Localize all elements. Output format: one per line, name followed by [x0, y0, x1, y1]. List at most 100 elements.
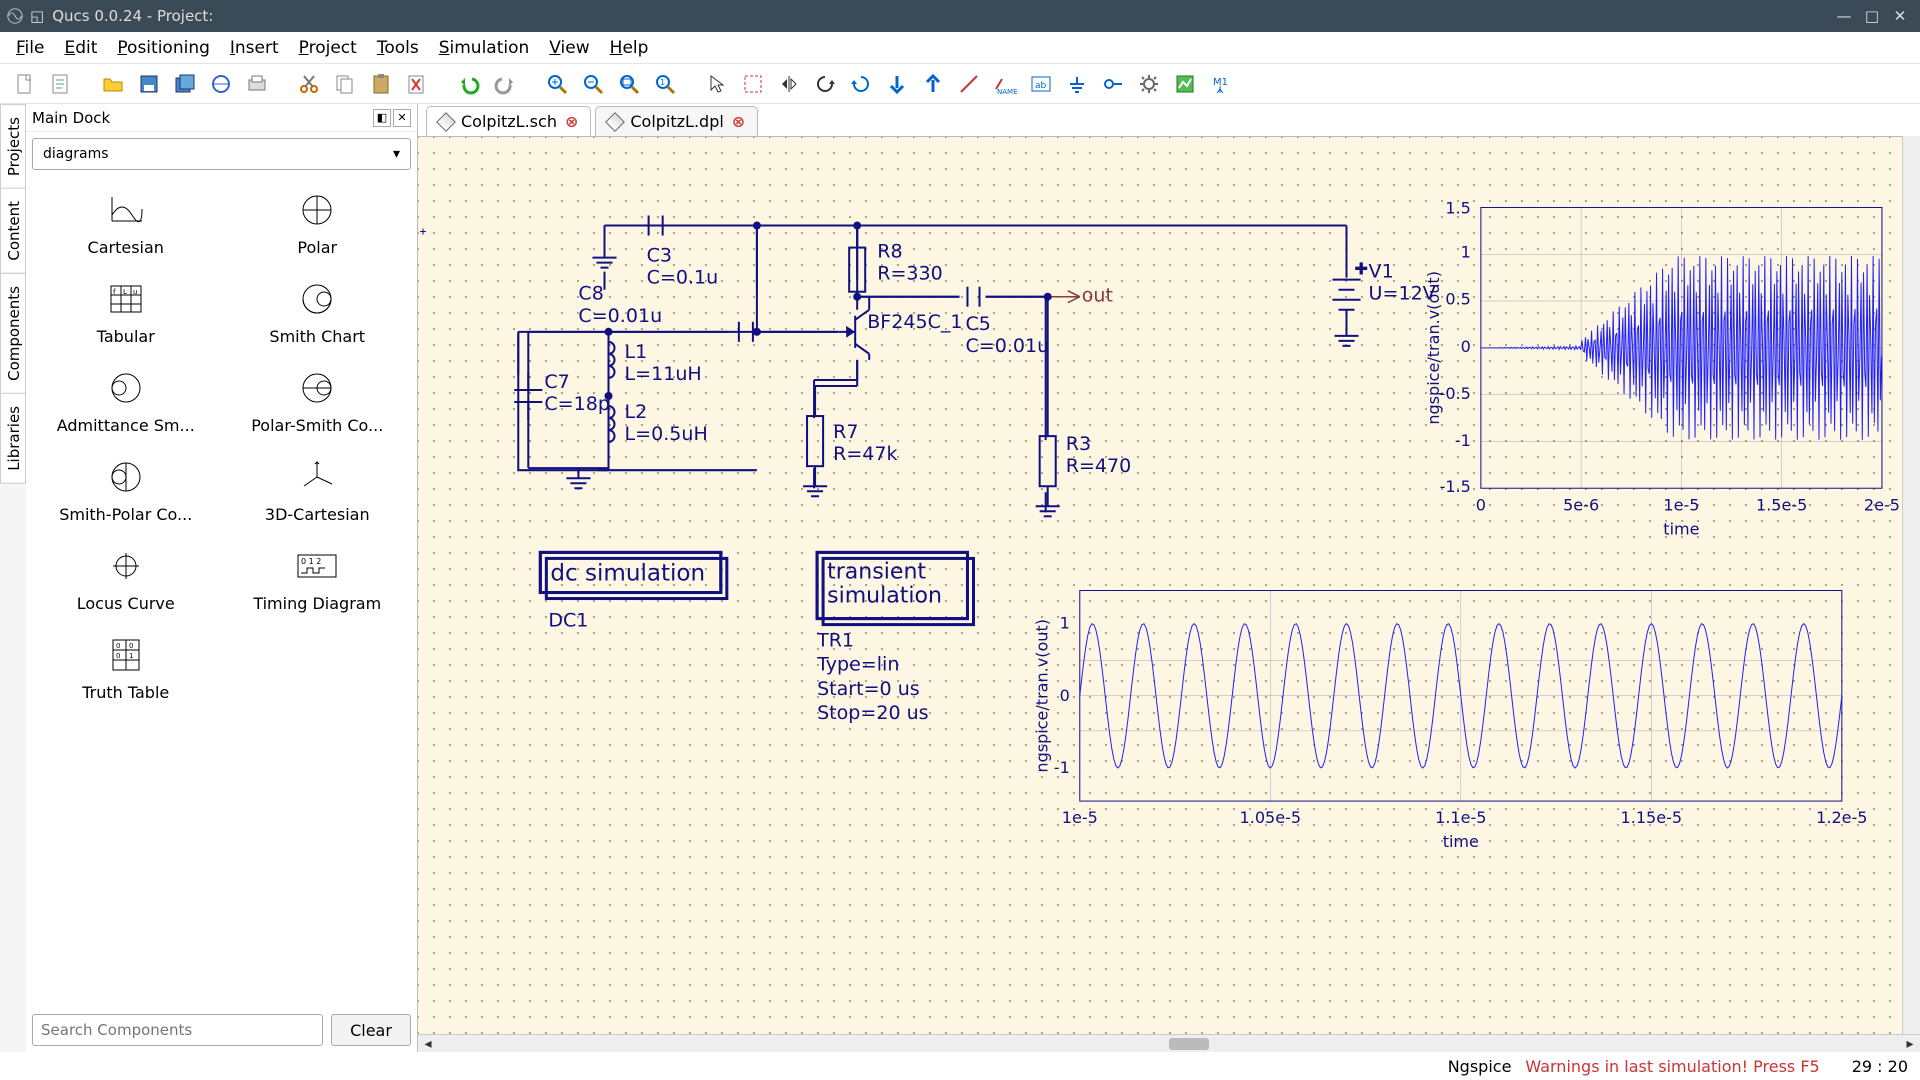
dock-tab-projects[interactable]: Projects	[0, 104, 26, 189]
save-all-button[interactable]	[168, 67, 202, 101]
horizontal-scrollbar[interactable]: ◂ ▸	[418, 1034, 1920, 1052]
toolbar: 1 NAMEab M1	[0, 64, 1920, 104]
menu-positioning[interactable]: Positioning	[107, 34, 220, 62]
zoom-in-button[interactable]	[540, 67, 574, 101]
status-warning: Warnings in last simulation! Press F5	[1525, 1057, 1819, 1076]
port-button[interactable]	[1096, 67, 1130, 101]
diagram-item-axes3d[interactable]: 3D-Cartesian	[222, 457, 414, 524]
menu-project[interactable]: Project	[289, 34, 367, 62]
diagram-item-polar-smith[interactable]: Polar-Smith Co...	[222, 368, 414, 435]
tab-close-icon[interactable]: ⊗	[732, 112, 745, 131]
redo-button[interactable]	[488, 67, 522, 101]
diagram-item-smith-polar[interactable]: Smith-Polar Co...	[30, 457, 222, 524]
menu-tools[interactable]: Tools	[367, 34, 429, 62]
diagram-item-smith[interactable]: Smith Chart	[222, 279, 414, 346]
menu-edit[interactable]: Edit	[54, 34, 107, 62]
select-rect-button[interactable]	[736, 67, 770, 101]
search-components-input[interactable]	[32, 1014, 323, 1046]
gear-button[interactable]	[1132, 67, 1166, 101]
new-text-button[interactable]	[44, 67, 78, 101]
svg-text:R8: R8	[877, 241, 902, 263]
diagram-item-locus[interactable]: Locus Curve	[30, 546, 222, 613]
smith-icon	[297, 279, 337, 319]
component-category-select[interactable]: diagrams ▾	[32, 138, 411, 170]
svg-text:L=11uH: L=11uH	[625, 363, 702, 385]
dock-tab-components[interactable]: Components	[0, 273, 26, 394]
menu-simulation[interactable]: Simulation	[429, 34, 540, 62]
diagram-item-timing[interactable]: 0 1 2Timing Diagram	[222, 546, 414, 613]
menu-view[interactable]: View	[539, 34, 599, 62]
open-button[interactable]	[96, 67, 130, 101]
text-box-button[interactable]: ab	[1024, 67, 1058, 101]
menu-help[interactable]: Help	[600, 34, 659, 62]
print-button[interactable]	[204, 67, 238, 101]
rotate-button[interactable]	[808, 67, 842, 101]
undo-button[interactable]	[452, 67, 486, 101]
dock-vtabs: ProjectsContentComponentsLibraries	[0, 104, 26, 1052]
move-up-button[interactable]	[916, 67, 950, 101]
move-down-button[interactable]	[880, 67, 914, 101]
svg-text:1.5: 1.5	[1445, 198, 1471, 217]
rotate-ccw-button[interactable]	[844, 67, 878, 101]
svg-text:0: 0	[129, 642, 133, 650]
status-cursor-position: 29 : 20	[1852, 1057, 1908, 1076]
dock-close-icon[interactable]: ✕	[393, 109, 411, 127]
dock-tab-content[interactable]: Content	[0, 188, 26, 274]
dock-tab-libraries[interactable]: Libraries	[0, 393, 26, 484]
scroll-thumb[interactable]	[1169, 1038, 1209, 1050]
wire-button[interactable]	[952, 67, 986, 101]
svg-text:R=47k: R=47k	[833, 443, 897, 465]
scroll-left-icon[interactable]: ◂	[420, 1036, 436, 1052]
diagram-item-polar[interactable]: Polar	[222, 190, 414, 257]
delete-button[interactable]	[400, 67, 434, 101]
menu-insert[interactable]: Insert	[220, 34, 289, 62]
axes3d-icon	[297, 457, 337, 497]
diagram-item-admittance-smith[interactable]: Admittance Sm...	[30, 368, 222, 435]
maximize-icon[interactable]: □	[1858, 4, 1886, 28]
clear-search-button[interactable]: Clear	[331, 1014, 411, 1046]
chart-button[interactable]	[1168, 67, 1202, 101]
svg-text:R=470: R=470	[1066, 455, 1132, 477]
svg-text:0: 0	[116, 652, 120, 660]
document-tab[interactable]: ColpitzL.sch⊗	[426, 106, 591, 136]
svg-text:0.5: 0.5	[1445, 290, 1471, 309]
vertical-scrollbar[interactable]	[1902, 136, 1920, 1034]
diagram-item-truth-table[interactable]: 0001Truth Table	[30, 635, 222, 702]
component-category-value: diagrams	[43, 146, 109, 162]
menu-file[interactable]: File	[6, 34, 54, 62]
diagram-item-cartesian[interactable]: Cartesian	[30, 190, 222, 257]
svg-text:dc simulation: dc simulation	[550, 560, 705, 586]
window-restore-icon[interactable]: ◱	[30, 7, 44, 25]
zoom-fit-button[interactable]	[612, 67, 646, 101]
svg-text:Start=0 us: Start=0 us	[817, 678, 920, 700]
paste-button[interactable]	[364, 67, 398, 101]
name-label-button[interactable]: NAME	[988, 67, 1022, 101]
diagram-item-label: Locus Curve	[77, 594, 175, 613]
pointer-button[interactable]	[700, 67, 734, 101]
schematic-canvas[interactable]: + C3 C=0.1u C8 C=0.01u	[418, 136, 1902, 1034]
scroll-right-icon[interactable]: ▸	[1902, 1036, 1918, 1052]
status-engine: Ngspice	[1448, 1057, 1512, 1076]
save-button[interactable]	[132, 67, 166, 101]
cut-button[interactable]	[292, 67, 326, 101]
copy-button[interactable]	[328, 67, 362, 101]
window-title: Qucs 0.0.24 - Project:	[52, 7, 213, 25]
mirror-button[interactable]	[772, 67, 806, 101]
dock-float-icon[interactable]: ◧	[373, 109, 391, 127]
zoom-out-button[interactable]	[576, 67, 610, 101]
marker-button[interactable]: M1	[1204, 67, 1238, 101]
minimize-icon[interactable]: —	[1830, 4, 1858, 28]
cartesian-icon	[106, 190, 146, 230]
document-tab-label: ColpitzL.dpl	[630, 112, 723, 131]
ground-button[interactable]	[1060, 67, 1094, 101]
new-file-button[interactable]	[8, 67, 42, 101]
zoom-1-button[interactable]: 1	[648, 67, 682, 101]
close-icon[interactable]: ✕	[1886, 4, 1914, 28]
document-tab[interactable]: ColpitzL.dpl ⊗	[595, 106, 758, 136]
print-preview-button[interactable]	[240, 67, 274, 101]
svg-text:+: +	[1355, 259, 1368, 278]
tab-close-icon[interactable]: ⊗	[565, 112, 578, 131]
svg-text:1.05e-5: 1.05e-5	[1240, 808, 1302, 827]
diagram-item-tabular[interactable]: fLuTabular	[30, 279, 222, 346]
status-bar: Ngspice Warnings in last simulation! Pre…	[0, 1052, 1920, 1080]
